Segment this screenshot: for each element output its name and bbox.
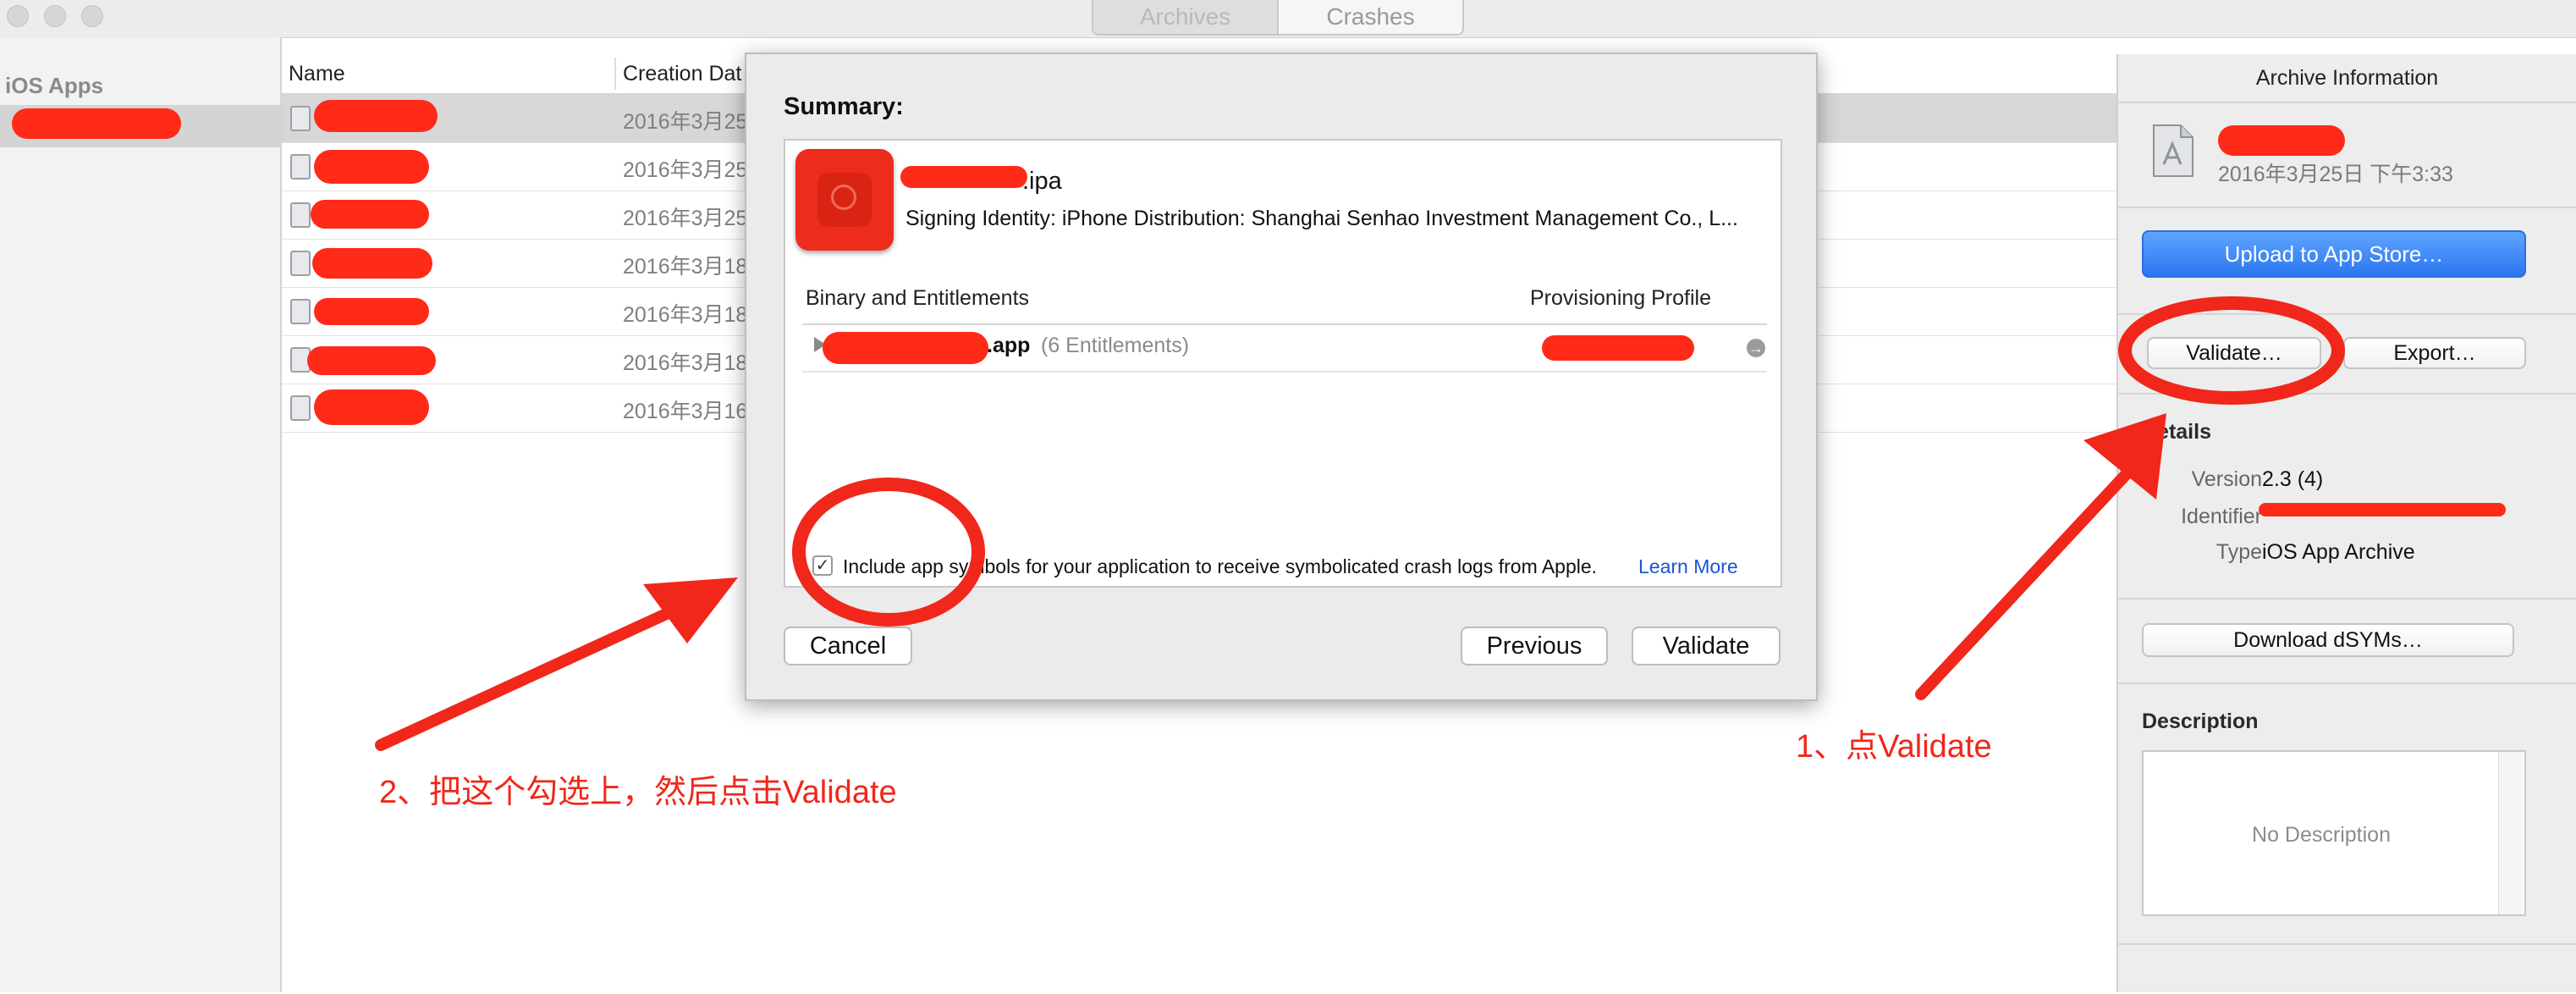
annotation-circle-checkbox bbox=[792, 478, 985, 627]
annotation-arrowhead-1 bbox=[2083, 413, 2166, 500]
annotation-overlay bbox=[375, 296, 2345, 751]
annotation-arrow-shaft-2 bbox=[375, 595, 700, 751]
annotation-arrowhead-2 bbox=[643, 577, 738, 643]
annotation-circle-validate bbox=[2118, 296, 2345, 405]
annotation-step-2: 2、把这个勾选上，然后点击Validate bbox=[379, 775, 897, 810]
annotation-arrow-shaft-1 bbox=[1915, 461, 2138, 700]
annotation-step-1: 1、点Validate bbox=[1796, 729, 1992, 765]
